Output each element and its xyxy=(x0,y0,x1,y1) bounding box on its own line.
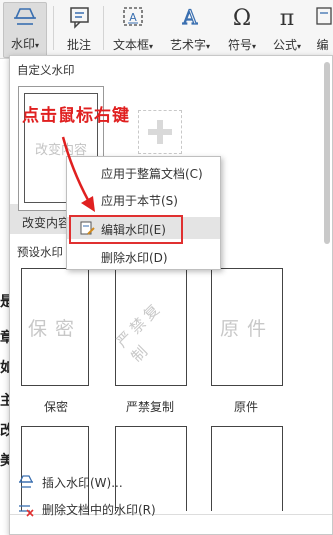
comment-button[interactable]: 批注 xyxy=(60,2,98,56)
watermark-dropdown-panel: 自定义水印 改变内容 改变内容 预设水印 保密 保密 严禁复制 严禁复制 原件 … xyxy=(9,55,333,535)
svg-text:π: π xyxy=(280,6,294,30)
textbox-icon: A xyxy=(119,4,147,30)
watermark-button[interactable]: 水印▾ xyxy=(3,2,47,58)
preset-preview-text: 严禁复制 xyxy=(112,297,166,366)
menu-item-label: 删除水印(D) xyxy=(101,251,168,265)
wordart-button[interactable]: A 艺术字▾ xyxy=(164,2,216,56)
preset-watermark-no-copy[interactable]: 严禁复制 xyxy=(113,268,187,386)
context-menu: 应用于整篇文档(C) 应用于本节(S) 编辑水印(E) 删除水印(D) xyxy=(66,156,221,270)
symbol-button[interactable]: Ω 符号▾ xyxy=(222,2,262,56)
remove-watermark-label: 删除文档中的水印(R) xyxy=(42,503,156,517)
wordart-icon: A xyxy=(176,4,204,30)
custom-watermark-title: 自定义水印 xyxy=(17,63,75,77)
annotation-text: 点击鼠标右键 xyxy=(22,106,130,126)
wordart-label: 艺术字 xyxy=(169,38,206,52)
svg-text:Ω: Ω xyxy=(233,6,251,30)
edit-label: 编 xyxy=(316,38,329,52)
edit-watermark-item[interactable]: 编辑水印(E) xyxy=(67,215,220,244)
watermark-label: 水印 xyxy=(10,37,35,51)
comment-icon xyxy=(65,4,93,30)
preset-watermark-title: 预设水印 xyxy=(17,245,63,259)
edit-button-partial[interactable]: 编 xyxy=(312,2,333,56)
apply-this-section-item[interactable]: 应用于本节(S) xyxy=(67,188,220,210)
textbox-button[interactable]: A 文本框▾ xyxy=(108,2,158,56)
comment-label: 批注 xyxy=(66,38,91,52)
svg-text:A: A xyxy=(182,5,198,29)
symbol-label: 符号 xyxy=(227,38,252,52)
highlight-box xyxy=(69,215,183,244)
apply-whole-document-item[interactable]: 应用于整篇文档(C) xyxy=(67,161,220,183)
preset-caption: 严禁复制 xyxy=(125,400,174,414)
insert-watermark-label: 插入水印(W)... xyxy=(42,476,123,490)
remove-watermark-icon xyxy=(17,500,35,518)
ribbon-separator xyxy=(53,6,54,50)
ribbon-separator xyxy=(103,6,104,50)
delete-watermark-item[interactable]: 删除水印(D) xyxy=(67,245,220,267)
preset-caption: 原件 xyxy=(233,400,258,414)
svg-text:A: A xyxy=(129,11,137,24)
custom-watermark-preview-text: 改变内容 xyxy=(34,142,87,158)
add-custom-watermark-button[interactable] xyxy=(138,110,182,154)
preset-preview-text: 保密 xyxy=(27,317,82,340)
formula-button[interactable]: π 公式▾ xyxy=(266,2,308,56)
ribbon-toolbar: 水印▾ 批注 A 文本框▾ A 艺术字▾ Ω 符号▾ π 公式▾ 编 xyxy=(0,0,333,59)
edit-icon xyxy=(313,4,333,30)
watermark-icon xyxy=(11,5,39,31)
insert-watermark-item[interactable]: 插入水印(W)... xyxy=(10,470,332,494)
remove-watermark-item[interactable]: 删除文档中的水印(R) xyxy=(10,497,332,521)
menu-item-label: 应用于整篇文档(C) xyxy=(101,167,203,181)
preset-preview-text: 原件 xyxy=(219,317,274,340)
watermark-icon xyxy=(17,473,35,491)
preset-watermark-confidential[interactable]: 保密 xyxy=(21,268,89,386)
preset-watermark-original[interactable]: 原件 xyxy=(211,268,283,386)
formula-label: 公式 xyxy=(272,38,297,52)
menu-item-label: 应用于本节(S) xyxy=(101,194,178,208)
panel-scrollbar[interactable] xyxy=(324,62,330,244)
preset-caption: 保密 xyxy=(43,400,68,414)
textbox-label: 文本框 xyxy=(112,38,149,52)
omega-icon: Ω xyxy=(228,4,256,31)
pi-icon: π xyxy=(273,4,301,31)
